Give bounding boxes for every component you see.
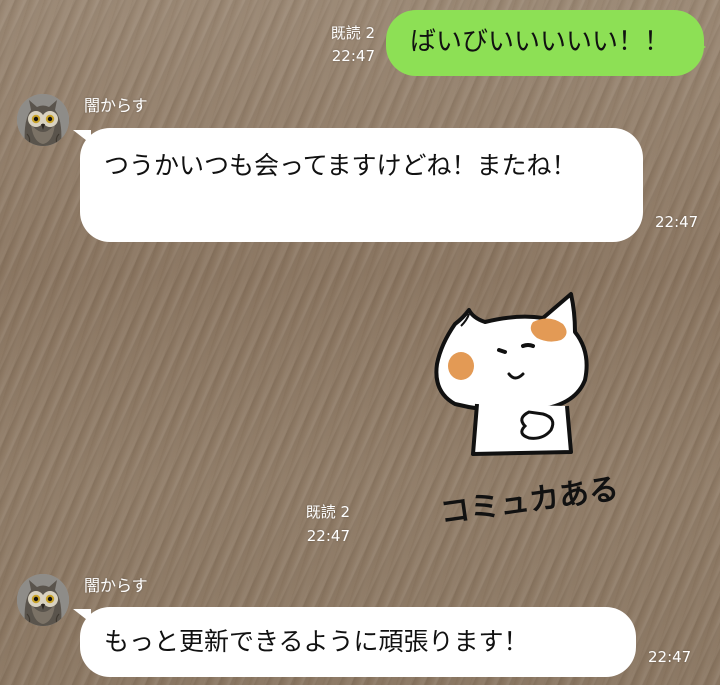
message-bubble[interactable]: つうかいつも会ってますけどね！またね！: [80, 128, 643, 242]
message-time: 22:47: [648, 648, 692, 666]
bubble-tail: [688, 38, 706, 56]
message-bubble[interactable]: ばいびいいいいい！！: [386, 10, 704, 76]
message-time: 22:47: [331, 47, 375, 65]
sticker-lettering: コミュカある: [438, 471, 621, 523]
message-text: つうかいつも会ってますけどね！またね！: [104, 151, 577, 180]
sender-name: 闇からす: [84, 96, 148, 115]
read-receipt: 既読 2: [330, 24, 375, 42]
read-receipt: 既読 2: [305, 503, 350, 521]
owl-avatar-icon[interactable]: [17, 94, 69, 146]
message-time: 22:47: [655, 213, 699, 231]
owl-avatar-icon[interactable]: [17, 574, 69, 626]
message-bubble[interactable]: もっと更新できるように頑張ります！: [80, 607, 636, 677]
message-text: もっと更新できるように頑張ります！: [104, 627, 529, 656]
cat-sticker-icon[interactable]: コミュカある: [425, 288, 645, 531]
message-time: 22:47: [306, 527, 350, 545]
sender-name: 闇からす: [84, 576, 148, 595]
message-text: ばいびいいいいい！！: [410, 27, 671, 57]
